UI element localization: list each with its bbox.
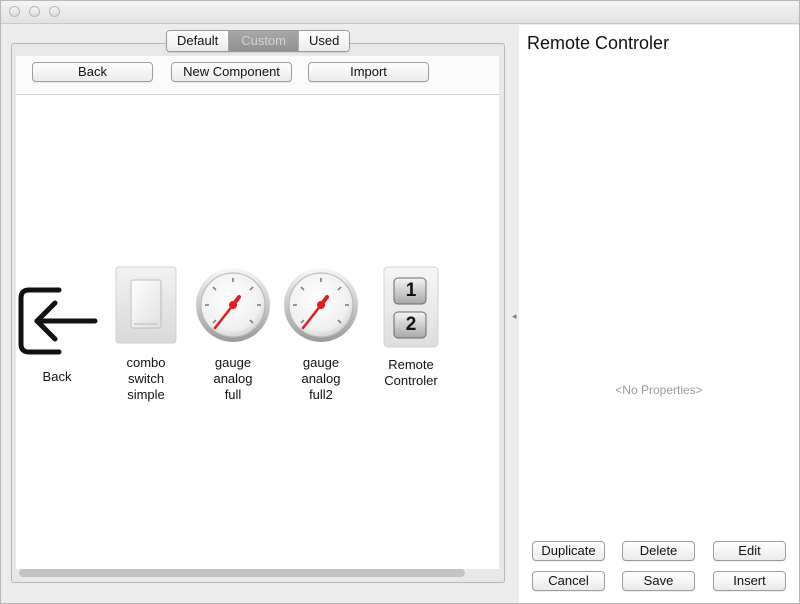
- gauge-icon: [196, 268, 270, 342]
- component-label: gauge analog full: [213, 355, 253, 402]
- component-gauge-analog-full[interactable]: gauge analog full: [191, 266, 275, 403]
- back-button[interactable]: Back: [32, 62, 153, 82]
- component-label: Remote Controler: [384, 357, 438, 388]
- component-gauge-analog-full2[interactable]: gauge analog full2: [279, 266, 363, 403]
- gauge-icon: [284, 268, 358, 342]
- tab-custom[interactable]: Custom: [229, 31, 299, 51]
- tab-default[interactable]: Default: [167, 31, 230, 51]
- save-button[interactable]: Save: [622, 571, 695, 591]
- library-tabs: Default Custom Used: [166, 30, 351, 52]
- library-toolbar: Back New Component Import: [16, 56, 499, 95]
- app-window: Default Custom Used Back New Component I…: [0, 0, 800, 604]
- duplicate-button[interactable]: Duplicate: [532, 541, 605, 561]
- close-window-button[interactable]: [9, 6, 20, 17]
- delete-button[interactable]: Delete: [622, 541, 695, 561]
- remote-key-2: 2: [405, 314, 417, 335]
- properties-panel: Remote Controler <No Properties> Duplica…: [519, 25, 799, 603]
- minimize-window-button[interactable]: [29, 6, 40, 17]
- component-back[interactable]: Back: [15, 286, 99, 385]
- horizontal-scrollbar[interactable]: [19, 569, 465, 577]
- insert-button[interactable]: Insert: [713, 571, 786, 591]
- remote-key-1: 1: [405, 280, 417, 301]
- import-button[interactable]: Import: [308, 62, 429, 82]
- component-label: combo switch simple: [126, 355, 166, 402]
- switch-icon: [115, 266, 177, 344]
- new-component-button[interactable]: New Component: [171, 62, 292, 82]
- splitter-handle[interactable]: ◂: [512, 311, 517, 322]
- properties-title: Remote Controler: [527, 33, 670, 53]
- tab-used[interactable]: Used: [299, 31, 350, 51]
- edit-button[interactable]: Edit: [713, 541, 786, 561]
- component-label: gauge analog full2: [301, 355, 341, 402]
- component-remote-controler[interactable]: 1 2 Remote Controler: [376, 266, 446, 389]
- back-arrow-icon: [18, 287, 98, 355]
- title-bar: [1, 1, 799, 24]
- component-label: Back: [42, 369, 72, 384]
- cancel-button[interactable]: Cancel: [532, 571, 605, 591]
- no-properties-text: <No Properties>: [615, 383, 703, 397]
- component-combo-switch-simple[interactable]: combo switch simple: [115, 266, 177, 403]
- zoom-window-button[interactable]: [49, 6, 60, 17]
